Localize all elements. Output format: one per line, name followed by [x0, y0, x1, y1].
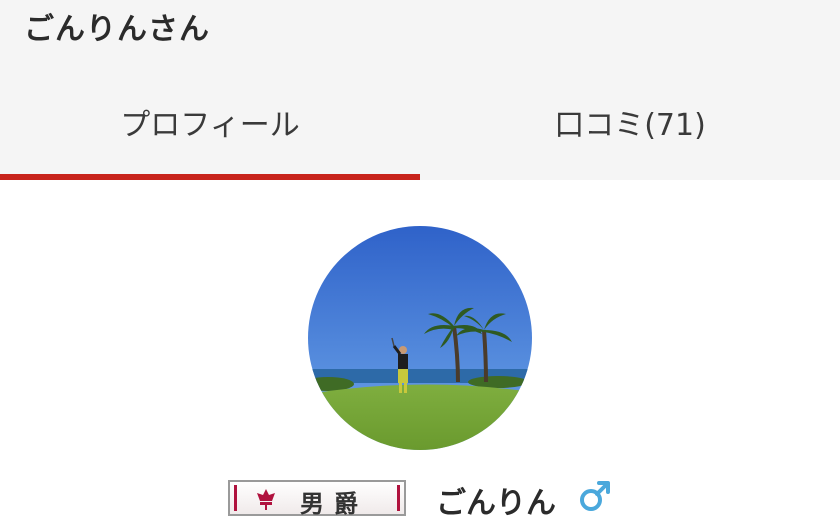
page-title: ごんりんさん [24, 12, 210, 47]
username: ごんりん [436, 486, 556, 520]
profile-page: ごんりんさん プロフィール 口コミ(71) 男爵 ごんりん [0, 0, 840, 520]
male-symbol-icon [580, 481, 610, 511]
avatar-image [308, 226, 532, 450]
tab-reviews[interactable]: 口コミ(71) [420, 70, 840, 180]
tab-profile-label: プロフィール [120, 108, 300, 143]
tab-profile[interactable]: プロフィール [0, 70, 420, 180]
rank-label: 男爵 [300, 489, 368, 518]
rank-badge-right-bar [397, 485, 400, 511]
rank-badge: 男爵 [228, 480, 406, 518]
rank-badge-left-bar [234, 485, 237, 511]
avatar[interactable] [308, 226, 532, 450]
active-tab-indicator [0, 174, 420, 180]
tab-reviews-label: 口コミ(71) [554, 108, 706, 143]
header: ごんりんさん プロフィール 口コミ(71) [0, 0, 840, 180]
crown-icon [257, 489, 275, 510]
